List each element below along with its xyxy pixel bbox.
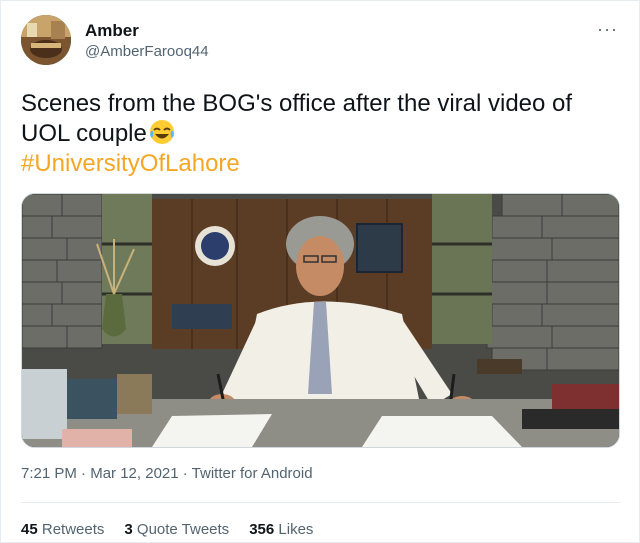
tweet-meta: 7:21 PM · Mar 12, 2021 · Twitter for And…	[21, 465, 313, 482]
tweet-date[interactable]: Mar 12, 2021	[90, 465, 178, 482]
office-scene-image	[22, 194, 619, 447]
hashtag-link[interactable]: #UniversityOfLahore	[21, 149, 611, 179]
tweet-source: Twitter for Android	[191, 465, 313, 482]
tweet-time[interactable]: 7:21 PM	[21, 465, 77, 482]
tweet-text: Scenes from the BOG's office after the v…	[21, 89, 611, 179]
author-name[interactable]: Amber	[85, 21, 139, 41]
author-handle[interactable]: @AmberFarooq44	[85, 43, 209, 60]
tweet-body: Scenes from the BOG's office after the v…	[21, 90, 573, 147]
face-with-tears-of-joy-icon	[149, 120, 174, 144]
retweets-stat[interactable]: 45 Retweets	[21, 521, 104, 538]
retweets-count: 45	[21, 521, 38, 538]
divider	[21, 502, 621, 503]
tweet-stats: 45 Retweets 3 Quote Tweets 356 Likes	[21, 521, 313, 538]
likes-count: 356	[249, 521, 275, 538]
quotes-label: Quote Tweets	[136, 521, 230, 538]
quotes-count: 3	[124, 521, 133, 538]
author-avatar[interactable]	[21, 15, 71, 65]
likes-label: Likes	[278, 521, 314, 538]
likes-stat[interactable]: 356 Likes	[249, 521, 313, 538]
tweet-media-image[interactable]	[21, 193, 620, 448]
quote-tweets-stat[interactable]: 3 Quote Tweets	[124, 521, 229, 538]
avatar-image	[21, 15, 71, 65]
tweet-card: Amber @AmberFarooq44 ··· Scenes from the…	[0, 0, 640, 543]
meta-separator: ·	[178, 465, 192, 482]
retweets-label: Retweets	[41, 521, 105, 538]
meta-separator: ·	[76, 465, 91, 482]
more-options-icon[interactable]: ···	[597, 19, 618, 40]
